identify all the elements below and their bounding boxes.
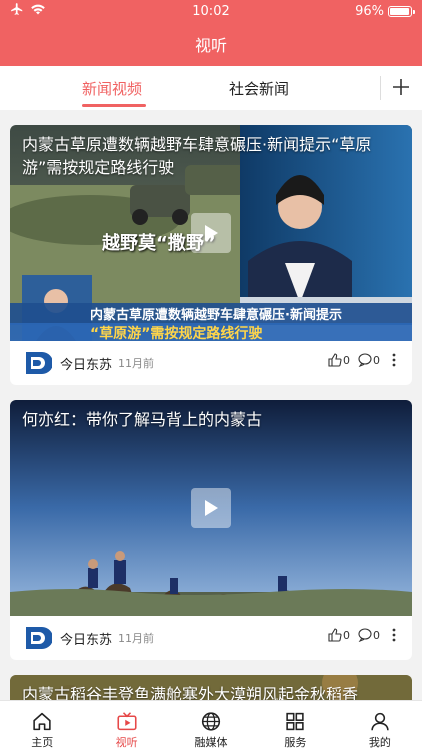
card-meta: 今日东苏 11月前 0 0: [10, 341, 412, 385]
tab-news-video[interactable]: 新闻视频: [82, 78, 142, 99]
source-logo: [22, 348, 52, 378]
video-title[interactable]: 何亦红：带你了解马背上的内蒙古: [22, 408, 402, 431]
home-icon: [33, 712, 51, 731]
tabbar-home-label: 主页: [31, 736, 54, 749]
tabbar-services-label: 服务: [284, 736, 307, 749]
comment-count: 0: [373, 628, 380, 642]
page-title: 视听: [194, 36, 227, 55]
tabbar-media-label: 视听: [115, 736, 138, 749]
publish-time: 11月前: [118, 357, 155, 370]
status-time: 10:02: [192, 3, 230, 19]
tabbar-home[interactable]: 主页: [0, 701, 84, 750]
video-card[interactable]: 何亦红：带你了解马背上的内蒙古 今日东苏 11月前 0 0: [10, 400, 412, 660]
video-caption: 内蒙古草原遭数辆越野车肆意碾压·新闻提示: [90, 308, 342, 323]
video-thumbnail[interactable]: 越野莫“撒野” 内蒙古草原遭数辆越野车肆意碾压·新闻提示 “草原游”需按规定路线…: [10, 125, 412, 341]
add-channel-button[interactable]: [388, 74, 414, 100]
video-card[interactable]: 内蒙古稻谷丰登鱼满舱塞外大漠朔风起金秋稻香: [10, 675, 412, 700]
like-count: 0: [343, 628, 350, 642]
comment-button[interactable]: 0: [358, 353, 380, 367]
wifi-icon: [30, 3, 46, 19]
globe-icon: [201, 712, 221, 731]
publish-time: 11月前: [118, 632, 155, 645]
source-name[interactable]: 今日东苏: [60, 629, 112, 648]
plus-icon: [393, 79, 409, 95]
video-thumbnail[interactable]: 何亦红：带你了解马背上的内蒙古: [10, 400, 412, 616]
battery-icon: [388, 5, 415, 17]
thumbs-up-icon: [328, 353, 342, 367]
like-button[interactable]: 0: [328, 353, 350, 367]
airplane-icon: [10, 2, 24, 20]
comment-icon: [358, 353, 372, 367]
source-logo: [22, 623, 52, 653]
thumbs-up-icon: [328, 628, 342, 642]
more-vertical-icon: [392, 353, 396, 367]
source-name[interactable]: 今日东苏: [60, 354, 112, 373]
video-caption-2: “草原游”需按规定路线行驶: [90, 326, 263, 341]
play-icon: [205, 225, 218, 241]
video-card[interactable]: 越野莫“撒野” 内蒙古草原遭数辆越野车肆意碾压·新闻提示 “草原游”需按规定路线…: [10, 125, 412, 385]
grid-icon: [286, 712, 305, 731]
play-icon: [205, 500, 218, 516]
tabbar-profile-label: 我的: [368, 736, 391, 749]
tabbar-convergence[interactable]: 融媒体: [169, 701, 253, 750]
tab-social-news[interactable]: 社会新闻: [229, 78, 289, 99]
tv-play-icon: [117, 712, 137, 731]
comment-count: 0: [373, 353, 380, 367]
play-button[interactable]: [191, 488, 231, 528]
video-title[interactable]: 内蒙古稻谷丰登鱼满舱塞外大漠朔风起金秋稻香: [22, 683, 402, 700]
category-tabs: 新闻视频 社会新闻: [0, 66, 422, 110]
tabbar-media[interactable]: 视听: [84, 701, 168, 750]
tabbar-profile[interactable]: 我的: [338, 701, 422, 750]
app-header: 10:02 96% 视听: [0, 0, 422, 66]
status-bar: 10:02 96%: [0, 0, 422, 22]
play-button[interactable]: [191, 213, 231, 253]
like-count: 0: [343, 353, 350, 367]
more-vertical-icon: [392, 628, 396, 642]
user-icon: [371, 712, 389, 731]
active-tab-indicator: [82, 104, 146, 107]
video-title[interactable]: 内蒙古草原遭数辆越野车肆意碾压·新闻提示“草原游”需按规定路线行驶: [22, 133, 402, 179]
card-meta: 今日东苏 11月前 0 0: [10, 616, 412, 660]
tab-divider: [380, 76, 381, 100]
bottom-tab-bar: 主页 视听 融媒体 服务 我的: [0, 700, 422, 750]
battery-percent: 96%: [355, 3, 384, 19]
tabbar-services[interactable]: 服务: [253, 701, 337, 750]
comment-icon: [358, 628, 372, 642]
comment-button[interactable]: 0: [358, 628, 380, 642]
video-feed: 越野莫“撒野” 内蒙古草原遭数辆越野车肆意碾压·新闻提示 “草原游”需按规定路线…: [0, 110, 422, 700]
more-button[interactable]: [388, 628, 400, 642]
video-thumbnail[interactable]: 内蒙古稻谷丰登鱼满舱塞外大漠朔风起金秋稻香: [10, 675, 412, 700]
like-button[interactable]: 0: [328, 628, 350, 642]
more-button[interactable]: [388, 353, 400, 367]
tabbar-convergence-label: 融媒体: [194, 736, 228, 749]
